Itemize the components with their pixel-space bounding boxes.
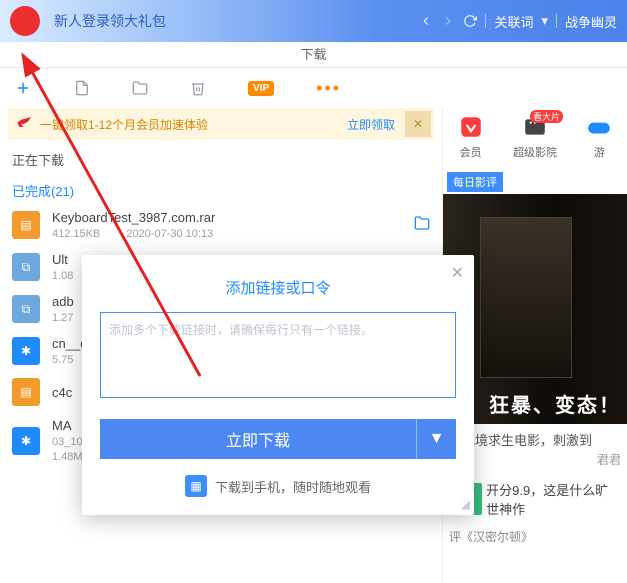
- game-name[interactable]: 战争幽灵: [565, 12, 617, 31]
- modal-title: 添加链接或口令: [100, 277, 456, 298]
- cat-label: 游: [594, 144, 605, 160]
- status-completed[interactable]: 已完成(21): [0, 173, 442, 204]
- cat-label: 会员: [460, 144, 482, 160]
- review-line-2[interactable]: 开分9.9，这是什么旷世神作: [486, 480, 621, 518]
- nav-back-icon[interactable]: [419, 14, 433, 28]
- resize-handle-icon[interactable]: ◢: [461, 497, 470, 511]
- cat-member[interactable]: 会员: [458, 114, 484, 160]
- cat-game[interactable]: 游: [586, 114, 612, 160]
- add-icon[interactable]: [14, 79, 32, 97]
- daily-review-tag[interactable]: 每日影评: [447, 172, 503, 192]
- chevron-down-icon[interactable]: ▾: [541, 13, 548, 29]
- vip-badge[interactable]: VIP: [248, 81, 274, 96]
- divider: [485, 14, 486, 28]
- file-icon[interactable]: [74, 80, 90, 96]
- file-type-icon: ✱: [12, 337, 40, 365]
- nav-forward-icon[interactable]: [441, 14, 455, 28]
- link-input[interactable]: [100, 312, 456, 398]
- file-type-icon: ⧉: [12, 253, 40, 281]
- promo-close-button[interactable]: ✕: [405, 111, 431, 137]
- promo-get-button[interactable]: 立即领取: [337, 116, 405, 133]
- add-link-modal: ✕ 添加链接或口令 立即下载 ▼ ▦ 下载到手机，随时随地观看 ◢: [82, 255, 474, 515]
- list-item[interactable]: ▤ KeyboardTest_3987.com.rar 412.15KB2020…: [0, 204, 442, 246]
- promo-text[interactable]: 一键领取1-12个月会员加速体验: [40, 116, 337, 133]
- file-type-icon: ✱: [12, 427, 40, 455]
- open-folder-icon[interactable]: [414, 215, 430, 236]
- file-type-icon: ⧉: [12, 295, 40, 323]
- more-icon[interactable]: •••: [316, 78, 341, 99]
- trash-icon[interactable]: [190, 80, 206, 96]
- close-icon[interactable]: ✕: [451, 263, 464, 283]
- download-dropdown-button[interactable]: ▼: [416, 419, 456, 459]
- file-name: KeyboardTest_3987.com.rar: [52, 210, 402, 225]
- cat-cinema[interactable]: 看大片 超级影院: [513, 114, 557, 160]
- file-type-icon: ▤: [12, 378, 40, 406]
- download-button[interactable]: 立即下载: [100, 419, 416, 459]
- promo-bar: 一键领取1-12个月会员加速体验 立即领取 ✕: [8, 108, 434, 140]
- file-type-icon: ▤: [12, 211, 40, 239]
- modal-foot-text[interactable]: 下载到手机，随时随地观看: [215, 477, 371, 496]
- status-downloading: 正在下载: [0, 146, 442, 173]
- avatar-dot: [10, 6, 40, 36]
- bird-icon: [16, 115, 32, 134]
- nav-refresh-icon[interactable]: [463, 14, 477, 28]
- cat-badge: 看大片: [530, 110, 563, 123]
- cat-label: 超级影院: [513, 144, 557, 160]
- tab-download[interactable]: 下载: [286, 44, 340, 67]
- login-bonus-msg[interactable]: 新人登录领大礼包: [54, 11, 166, 31]
- review-subtitle: 评《汉密尔顿》: [443, 522, 627, 547]
- preview-caption: 狂暴、变态！: [483, 383, 627, 424]
- divider: [556, 14, 557, 28]
- folder-icon[interactable]: [132, 80, 148, 96]
- keyword-label[interactable]: 关联词: [494, 12, 533, 31]
- qr-icon[interactable]: ▦: [185, 475, 207, 497]
